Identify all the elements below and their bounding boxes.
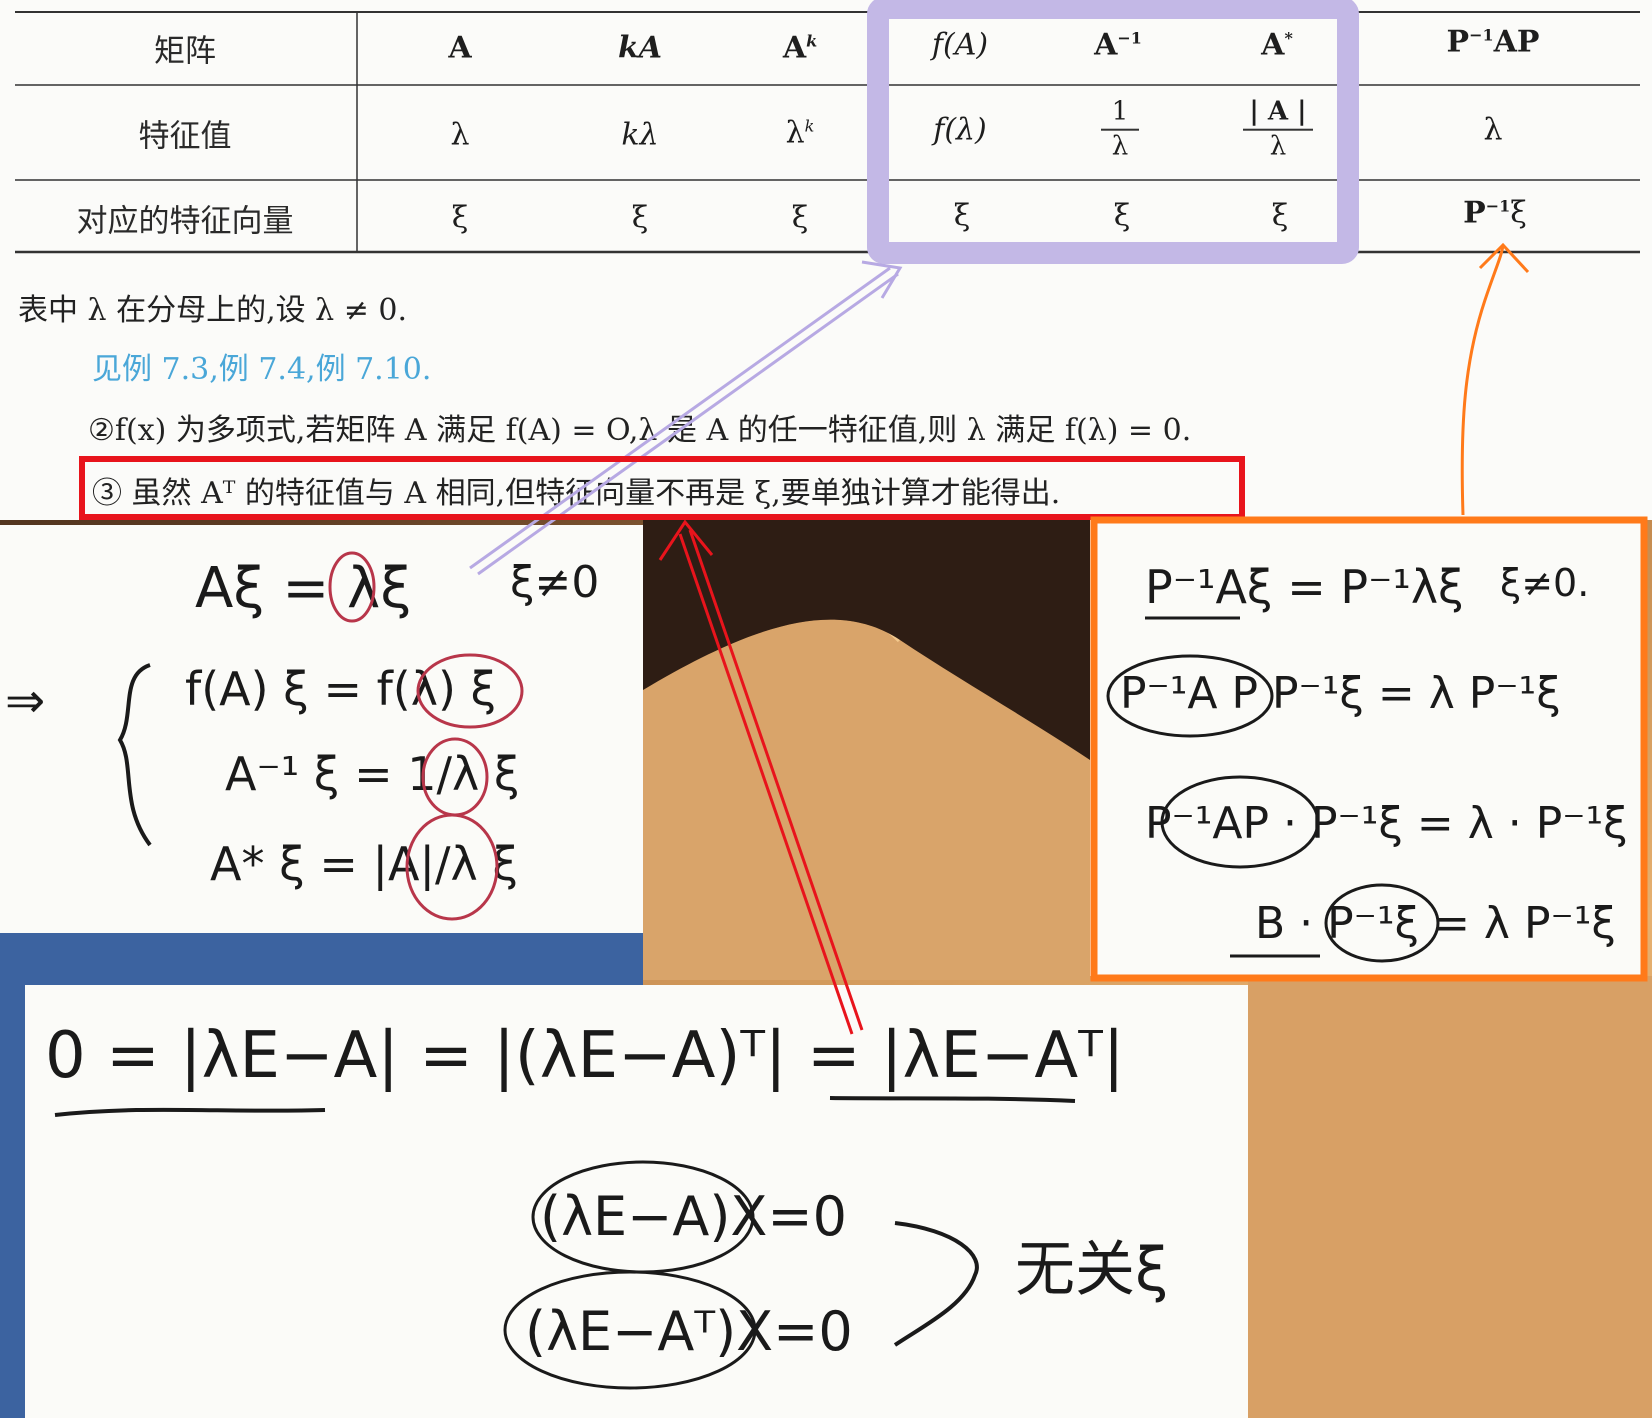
eigenvector-f-of-a: ξ	[953, 198, 971, 234]
eigenvalue-a-inverse: 1λ	[1101, 98, 1139, 162]
eigenvalue-ka: kλ	[621, 117, 659, 153]
hw-similarity-nonzero: ξ≠0.	[1500, 561, 1589, 605]
eigenvector-similar-matrix: P−1ξ	[1463, 195, 1527, 231]
eigenvalue-a-power-k: λk	[785, 115, 815, 151]
eigenvalue-f-of-a: f(λ)	[933, 112, 987, 148]
hw-similarity-step3: P⁻¹AP · P⁻¹ξ = λ · P⁻¹ξ	[1145, 798, 1628, 849]
table-header-a-inverse: A−1	[1094, 27, 1142, 63]
hw-system-a-transpose: (λE−Aᵀ)X=0	[525, 1300, 853, 1363]
hw-definition: Aξ = λξ	[195, 556, 411, 621]
hw-underline-left	[54, 1107, 326, 1117]
handwritten-panel-similarity: P⁻¹Aξ = P⁻¹λξ ξ≠0. P⁻¹A P P⁻¹ξ = λ P⁻¹ξ …	[1090, 518, 1645, 976]
note-transpose: ③ 虽然 Aᵀ 的特征值与 A 相同,但特征向量不再是 ξ,要单独计算才能得出.	[92, 476, 1061, 511]
hw-implies-arrow: ⇒	[5, 673, 45, 729]
hw-transpose-determinant: 0 = |λE−A| = |(λE−A)ᵀ| = |λE−Aᵀ|	[45, 1019, 1124, 1093]
table-header-a-adjugate: A*	[1261, 27, 1293, 63]
hw-nonzero-condition: ξ≠0	[510, 557, 599, 608]
hw-conclusion: 无关ξ	[1015, 1235, 1168, 1305]
table-header-similar-matrix: P−1AP	[1446, 24, 1540, 60]
eigenvector-a-power-k: ξ	[791, 200, 809, 236]
table-header-a-power-k: Ak	[782, 30, 818, 66]
table-row-eigenvector-label: 对应的特征向量	[76, 203, 294, 240]
table-row-eigenvalue-label: 特征值	[138, 118, 232, 155]
table-header-a: A	[448, 30, 472, 66]
hw-inverse-relation: A⁻¹ ξ = 1/λ ξ	[225, 747, 520, 801]
note-polynomial: ②f(x) 为多项式,若矩阵 A 满足 f(A) = O,λ 是 A 的任一特征…	[88, 413, 1192, 448]
eigenvector-ka: ξ	[631, 200, 649, 236]
note-denominator: 表中 λ 在分母上的,设 λ ≠ 0.	[18, 293, 408, 328]
hw-underline-right	[829, 1096, 1076, 1103]
link-see-examples[interactable]: 见例 7.3,例 7.4,例 7.10.	[92, 344, 431, 388]
table-header-ka: kA	[617, 30, 663, 66]
textbook-page: 矩阵 A kA Ak f(A) A−1 A* P−1AP 特征值 λ kλ λk…	[0, 0, 1652, 520]
hw-similarity-step4: B · P⁻¹ξ = λ P⁻¹ξ	[1255, 898, 1616, 949]
hw-adjugate-relation: A* ξ = |A|/λ ξ	[210, 837, 518, 892]
hw-similarity-step1: P⁻¹Aξ = P⁻¹λξ	[1145, 560, 1464, 614]
hw-f-relation: f(A) ξ = f(λ) ξ	[185, 662, 496, 716]
eigenvector-a: ξ	[451, 200, 469, 236]
handwritten-panel-transpose: 0 = |λE−A| = |(λE−A)ᵀ| = |λE−Aᵀ| (λE−A)X…	[25, 985, 1248, 1418]
eigenvector-a-adjugate: ξ	[1271, 198, 1289, 234]
handwritten-panel-eigen-relations: Aξ = λξ ξ≠0 ⇒ f(A) ξ = f(λ) ξ A⁻¹ ξ = 1/…	[0, 525, 643, 933]
eigenvalue-a-adjugate: | A | λ	[1243, 98, 1313, 162]
hw-left-brace	[117, 663, 152, 847]
hw-similarity-step2: P⁻¹A P P⁻¹ξ = λ P⁻¹ξ	[1120, 668, 1561, 719]
hw-combine-brace	[893, 1221, 979, 1347]
table-header-matrix: 矩阵	[154, 33, 216, 70]
hw-system-a: (λE−A)X=0	[540, 1185, 847, 1248]
eigenvector-a-inverse: ξ	[1113, 198, 1131, 234]
eigenvalue-a: λ	[450, 117, 470, 153]
eigenvalue-similar-matrix: λ	[1483, 112, 1503, 148]
table-header-f-of-a: f(A)	[931, 27, 989, 63]
